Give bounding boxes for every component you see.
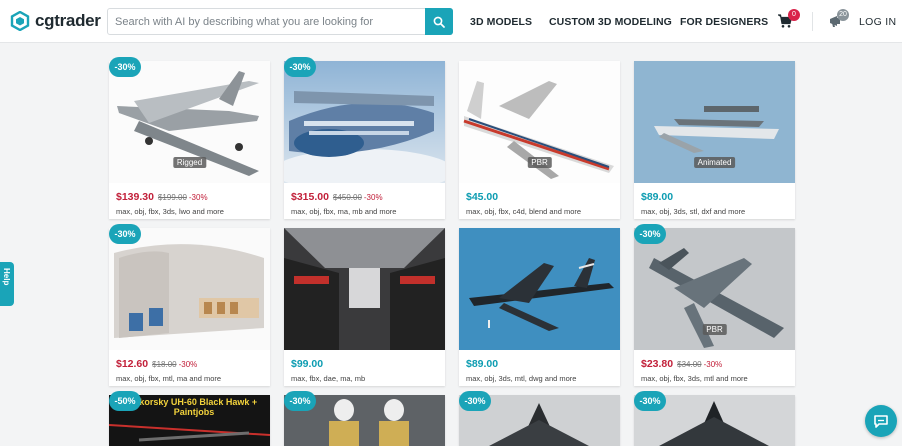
product-card[interactable]: Animated $89.00 max, obj, 3ds, stl, dxf … <box>634 61 795 219</box>
search-button[interactable] <box>425 8 453 35</box>
product-thumbnail[interactable] <box>284 228 445 350</box>
price: $12.60 <box>116 358 149 370</box>
cabin-seats-thumbnail-image <box>284 228 445 350</box>
discount-percent: -30% <box>703 360 723 369</box>
search-icon <box>433 16 445 28</box>
cgtrader-logo[interactable]: cgtrader <box>10 10 101 32</box>
price: $99.00 <box>291 358 324 370</box>
old-price: $450.00 <box>332 193 362 202</box>
product-card[interactable]: PBR $45.00 max, obj, fbx, c4d, blend and… <box>459 61 620 219</box>
chat-button[interactable] <box>865 405 897 437</box>
discount-percent: -30% <box>363 193 383 202</box>
discount-percent: -30% <box>178 360 198 369</box>
file-formats: max, obj, fbx, 3ds, mtl and more <box>641 374 748 383</box>
product-tag: PBR <box>702 324 727 335</box>
file-formats: max, obj, fbx, mtl, ma and more <box>116 374 222 383</box>
price-row: $89.00 <box>641 191 673 203</box>
old-price: $18.00 <box>152 360 177 369</box>
product-thumbnail[interactable]: Animated <box>634 61 795 183</box>
help-label: Help <box>2 268 11 286</box>
product-card[interactable]: PBR $23.80 $34.00 -30% max, obj, fbx, 3ds,… <box>634 228 795 386</box>
product-tag: Rigged <box>172 157 207 168</box>
file-formats: max, obj, fbx, 3ds, lwo and more <box>116 207 224 216</box>
cgtrader-logo-icon <box>10 11 30 31</box>
file-formats: max, fbx, dae, ma, mb <box>291 374 366 383</box>
file-formats: max, obj, fbx, c4d, blend and more <box>466 207 582 216</box>
chat-icon <box>874 415 888 428</box>
discount-badge: -30% <box>284 57 316 77</box>
old-price: $34.00 <box>677 360 702 369</box>
product-thumbnail[interactable]: PBR <box>459 61 620 183</box>
price-row: $139.30 $199.00 -30% <box>116 191 208 203</box>
thumbnail-title: Sikorsky UH-60 Black Hawk + Paintjobs <box>130 397 258 417</box>
price-row: $23.80 $34.00 -30% <box>641 358 722 370</box>
discount-badge: -30% <box>109 224 141 244</box>
price: $23.80 <box>641 358 674 370</box>
file-formats: max, obj, 3ds, mtl, dwg and more <box>466 374 577 383</box>
file-formats: max, obj, fbx, ma, mb and more <box>291 207 397 216</box>
price-row: $45.00 <box>466 191 498 203</box>
search-input[interactable] <box>108 9 426 34</box>
product-thumbnail[interactable]: Rigged <box>109 61 270 183</box>
nav-custom-3d-modeling[interactable]: CUSTOM 3D MODELING <box>549 16 672 28</box>
logo-text: cgtrader <box>35 11 101 30</box>
price: $89.00 <box>641 191 674 203</box>
product-thumbnail[interactable] <box>109 228 270 350</box>
notifications-count-badge: 20 <box>837 9 849 21</box>
product-thumbnail[interactable] <box>284 61 445 183</box>
product-card[interactable]: $315.00 $450.00 -30% max, obj, fbx, ma, mb… <box>284 61 445 219</box>
discount-badge: -50% <box>109 391 141 411</box>
airplane-interior-cutaway-thumbnail-image <box>109 228 270 350</box>
discount-percent: -30% <box>188 193 208 202</box>
nav-3d-models[interactable]: 3D MODELS <box>470 16 532 28</box>
product-thumbnail[interactable]: PBR <box>634 228 795 350</box>
discount-badge: -30% <box>109 57 141 77</box>
product-tag: PBR <box>527 157 552 168</box>
discount-badge: -30% <box>634 391 666 411</box>
help-tab[interactable]: Help <box>0 262 14 306</box>
sky-cruise-thumbnail-image <box>284 61 445 183</box>
price: $45.00 <box>466 191 499 203</box>
price-row: $89.00 <box>466 358 498 370</box>
price-row: $315.00 $450.00 -30% <box>291 191 383 203</box>
discount-badge: -30% <box>634 224 666 244</box>
price-row: $99.00 <box>291 358 323 370</box>
product-card[interactable]: Rigged $139.30 $199.00 -30% max, obj, fbx,… <box>109 61 270 219</box>
file-formats: max, obj, 3ds, stl, dxf and more <box>641 207 746 216</box>
fighter-jet-thumbnail-image <box>459 228 620 350</box>
product-tag: Animated <box>693 157 736 168</box>
price: $89.00 <box>466 358 499 370</box>
discount-badge: -30% <box>459 391 491 411</box>
price-row: $12.60 $18.00 -30% <box>116 358 197 370</box>
nav-for-designers[interactable]: FOR DESIGNERS <box>680 16 768 28</box>
login-link[interactable]: LOG IN <box>859 16 896 28</box>
top-navigation-bar: cgtrader 3D MODELS CUSTOM 3D MODELING FO… <box>0 0 902 43</box>
price: $315.00 <box>291 191 329 203</box>
header-divider <box>812 12 813 31</box>
old-price: $199.00 <box>157 193 187 202</box>
discount-badge: -30% <box>284 391 316 411</box>
product-thumbnail[interactable] <box>459 228 620 350</box>
price: $139.30 <box>116 191 154 203</box>
search-box <box>107 8 453 35</box>
cart-count-badge: 0 <box>788 9 800 21</box>
product-card[interactable]: $99.00 max, fbx, dae, ma, mb <box>284 228 445 386</box>
product-card[interactable]: $89.00 max, obj, 3ds, mtl, dwg and more <box>459 228 620 386</box>
product-card[interactable]: $12.60 $18.00 -30% max, obj, fbx, mtl, ma … <box>109 228 270 386</box>
